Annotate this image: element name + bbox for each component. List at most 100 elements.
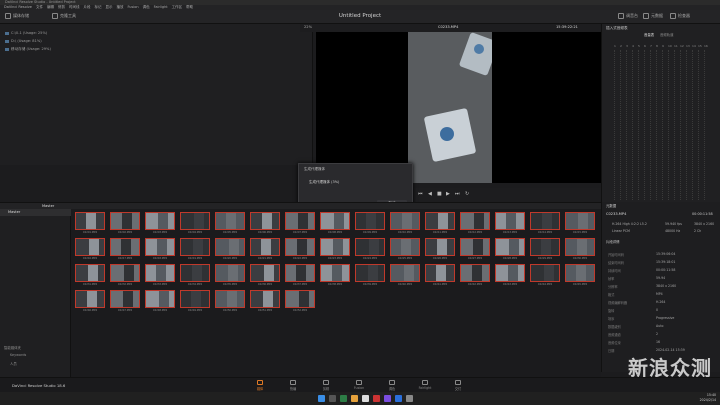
- clip-thumbnail[interactable]: C0248.MP4: [145, 290, 175, 315]
- clip-thumbnail[interactable]: C0242.MP4: [460, 264, 490, 289]
- media-storage-button[interactable]: 媒体存储: [5, 13, 29, 19]
- clip-thumbnail[interactable]: C0231.MP4: [75, 264, 105, 289]
- metadata-value[interactable]: 15:39:06:04: [656, 252, 675, 256]
- taskbar-app-icon[interactable]: [406, 395, 413, 402]
- page-tab[interactable]: Fairlight: [413, 380, 437, 390]
- taskbar-app-icon[interactable]: [351, 395, 358, 402]
- clip-thumbnail[interactable]: C0220.MP4: [215, 238, 245, 263]
- clip-thumbnail[interactable]: C0244.MP4: [530, 264, 560, 289]
- clip-thumbnail[interactable]: C0226.MP4: [425, 238, 455, 263]
- metadata-value[interactable]: Auto: [656, 324, 663, 328]
- tab-volume[interactable]: 音量表: [644, 32, 654, 37]
- zoom-level[interactable]: 22%: [304, 25, 312, 29]
- clip-thumbnail[interactable]: C0208.MP4: [320, 212, 350, 237]
- clip-thumbnail[interactable]: C0235.MP4: [215, 264, 245, 289]
- keywords-bin[interactable]: Keywords: [10, 353, 26, 357]
- metadata-value[interactable]: 2: [656, 332, 658, 336]
- clip-thumbnail[interactable]: C0201.MP4: [75, 212, 105, 237]
- metadata-value[interactable]: 16: [656, 340, 660, 344]
- clip-thumbnail[interactable]: C0229.MP4: [530, 238, 560, 263]
- clip-thumbnail[interactable]: C0227.MP4: [460, 238, 490, 263]
- metadata-value[interactable]: 00:00:11:58: [656, 268, 675, 272]
- inspector-button[interactable]: 检查器: [670, 13, 690, 19]
- clip-thumbnail[interactable]: C0239.MP4: [355, 264, 385, 289]
- taskbar-app-icon[interactable]: [340, 395, 347, 402]
- clip-thumbnail[interactable]: C0241.MP4: [425, 264, 455, 289]
- clip-thumbnail[interactable]: C0245.MP4: [565, 264, 595, 289]
- clip-thumbnail[interactable]: C0252.MP4: [285, 290, 315, 315]
- metadata-value[interactable]: 15:39:18:01: [656, 260, 675, 264]
- metadata-value[interactable]: 3840 x 2160: [656, 284, 676, 288]
- clip-thumbnail[interactable]: C0250.MP4: [215, 290, 245, 315]
- drive-item[interactable]: D:\ (Usage: 81%): [5, 39, 42, 43]
- clip-thumbnail[interactable]: C0216.MP4: [75, 238, 105, 263]
- clip-thumbnail[interactable]: C0236.MP4: [250, 264, 280, 289]
- clip-thumbnail[interactable]: C0212.MP4: [460, 212, 490, 237]
- play-icon[interactable]: ▶: [446, 191, 450, 197]
- clip-thumbnail[interactable]: C0207.MP4: [285, 212, 315, 237]
- jump-start-icon[interactable]: ⏮: [418, 191, 423, 197]
- taskbar-app-icon[interactable]: [384, 395, 391, 402]
- clip-thumbnail[interactable]: C0240.MP4: [390, 264, 420, 289]
- master-bin[interactable]: Master: [0, 209, 71, 216]
- clip-thumbnail[interactable]: C0209.MP4: [355, 212, 385, 237]
- step-back-icon[interactable]: ◀: [428, 191, 432, 197]
- drive-item[interactable]: C:\0-1 (Usage: 25%): [5, 31, 47, 35]
- clip-thumbnail[interactable]: C0246.MP4: [75, 290, 105, 315]
- clip-thumbnail[interactable]: C0243.MP4: [495, 264, 525, 289]
- metadata-value[interactable]: H.264: [656, 300, 665, 304]
- taskbar-app-icon[interactable]: [395, 395, 402, 402]
- taskbar-app-icon[interactable]: [318, 395, 325, 402]
- people-bin[interactable]: 人员: [10, 361, 17, 366]
- stop-icon[interactable]: ■: [437, 191, 442, 197]
- page-tab[interactable]: 媒体: [248, 380, 272, 391]
- page-tab[interactable]: 剪辑: [314, 380, 338, 391]
- metadata-value[interactable]: MP4: [656, 292, 663, 296]
- metadata-value[interactable]: 0: [656, 308, 658, 312]
- clip-thumbnail[interactable]: C0222.MP4: [285, 238, 315, 263]
- clip-thumbnail[interactable]: C0213.MP4: [495, 212, 525, 237]
- clone-tool-button[interactable]: 克隆工具: [52, 13, 76, 19]
- taskbar-app-icon[interactable]: [373, 395, 380, 402]
- metadata-button[interactable]: 元数据: [643, 13, 663, 19]
- clip-thumbnail[interactable]: C0233.MP4: [145, 264, 175, 289]
- clip-thumbnail[interactable]: C0221.MP4: [250, 238, 280, 263]
- tab-audio-tracks[interactable]: 音频轨道: [660, 32, 674, 37]
- clip-thumbnail[interactable]: C0217.MP4: [110, 238, 140, 263]
- metadata-value[interactable]: Progressive: [656, 316, 674, 320]
- clip-thumbnail[interactable]: C0203.MP4: [145, 212, 175, 237]
- clip-thumbnail[interactable]: C0249.MP4: [180, 290, 210, 315]
- taskbar-app-icon[interactable]: [329, 395, 336, 402]
- clip-thumbnail[interactable]: C0234.MP4: [180, 264, 210, 289]
- clip-thumbnail[interactable]: C0232.MP4: [110, 264, 140, 289]
- drive-item[interactable]: 移动存储 (Usage: 29%): [5, 47, 51, 52]
- page-tab[interactable]: 调色: [380, 380, 404, 391]
- clip-thumbnail[interactable]: C0204.MP4: [180, 212, 210, 237]
- page-tab[interactable]: 交付: [446, 380, 470, 391]
- clip-thumbnail[interactable]: C0205.MP4: [215, 212, 245, 237]
- audio-mixer-button[interactable]: 调音台: [618, 13, 638, 19]
- clip-thumbnail[interactable]: C0224.MP4: [355, 238, 385, 263]
- clip-thumbnail[interactable]: C0228.MP4: [495, 238, 525, 263]
- clip-thumbnail[interactable]: C0218.MP4: [145, 238, 175, 263]
- clip-thumbnail[interactable]: C0210.MP4: [390, 212, 420, 237]
- clip-thumbnail[interactable]: C0247.MP4: [110, 290, 140, 315]
- jump-end-icon[interactable]: ⏭: [455, 191, 460, 197]
- clip-thumbnail[interactable]: C0238.MP4: [320, 264, 350, 289]
- clip-thumbnail[interactable]: C0230.MP4: [565, 238, 595, 263]
- taskbar-app-icon[interactable]: [362, 395, 369, 402]
- clip-thumbnail[interactable]: C0237.MP4: [285, 264, 315, 289]
- clip-thumbnail[interactable]: C0215.MP4: [565, 212, 595, 237]
- clip-thumbnail[interactable]: C0206.MP4: [250, 212, 280, 237]
- metadata-value[interactable]: 59.94: [656, 276, 665, 280]
- clip-thumbnail[interactable]: C0251.MP4: [250, 290, 280, 315]
- loop-icon[interactable]: ↻: [465, 191, 469, 197]
- clip-thumbnail[interactable]: C0223.MP4: [320, 238, 350, 263]
- clip-thumbnail[interactable]: C0225.MP4: [390, 238, 420, 263]
- page-tab[interactable]: Fusion: [347, 380, 371, 390]
- page-tab[interactable]: 快编: [281, 380, 305, 391]
- clip-thumbnail[interactable]: C0202.MP4: [110, 212, 140, 237]
- clip-thumbnail[interactable]: C0211.MP4: [425, 212, 455, 237]
- clip-thumbnail[interactable]: C0219.MP4: [180, 238, 210, 263]
- clip-thumbnail[interactable]: C0214.MP4: [530, 212, 560, 237]
